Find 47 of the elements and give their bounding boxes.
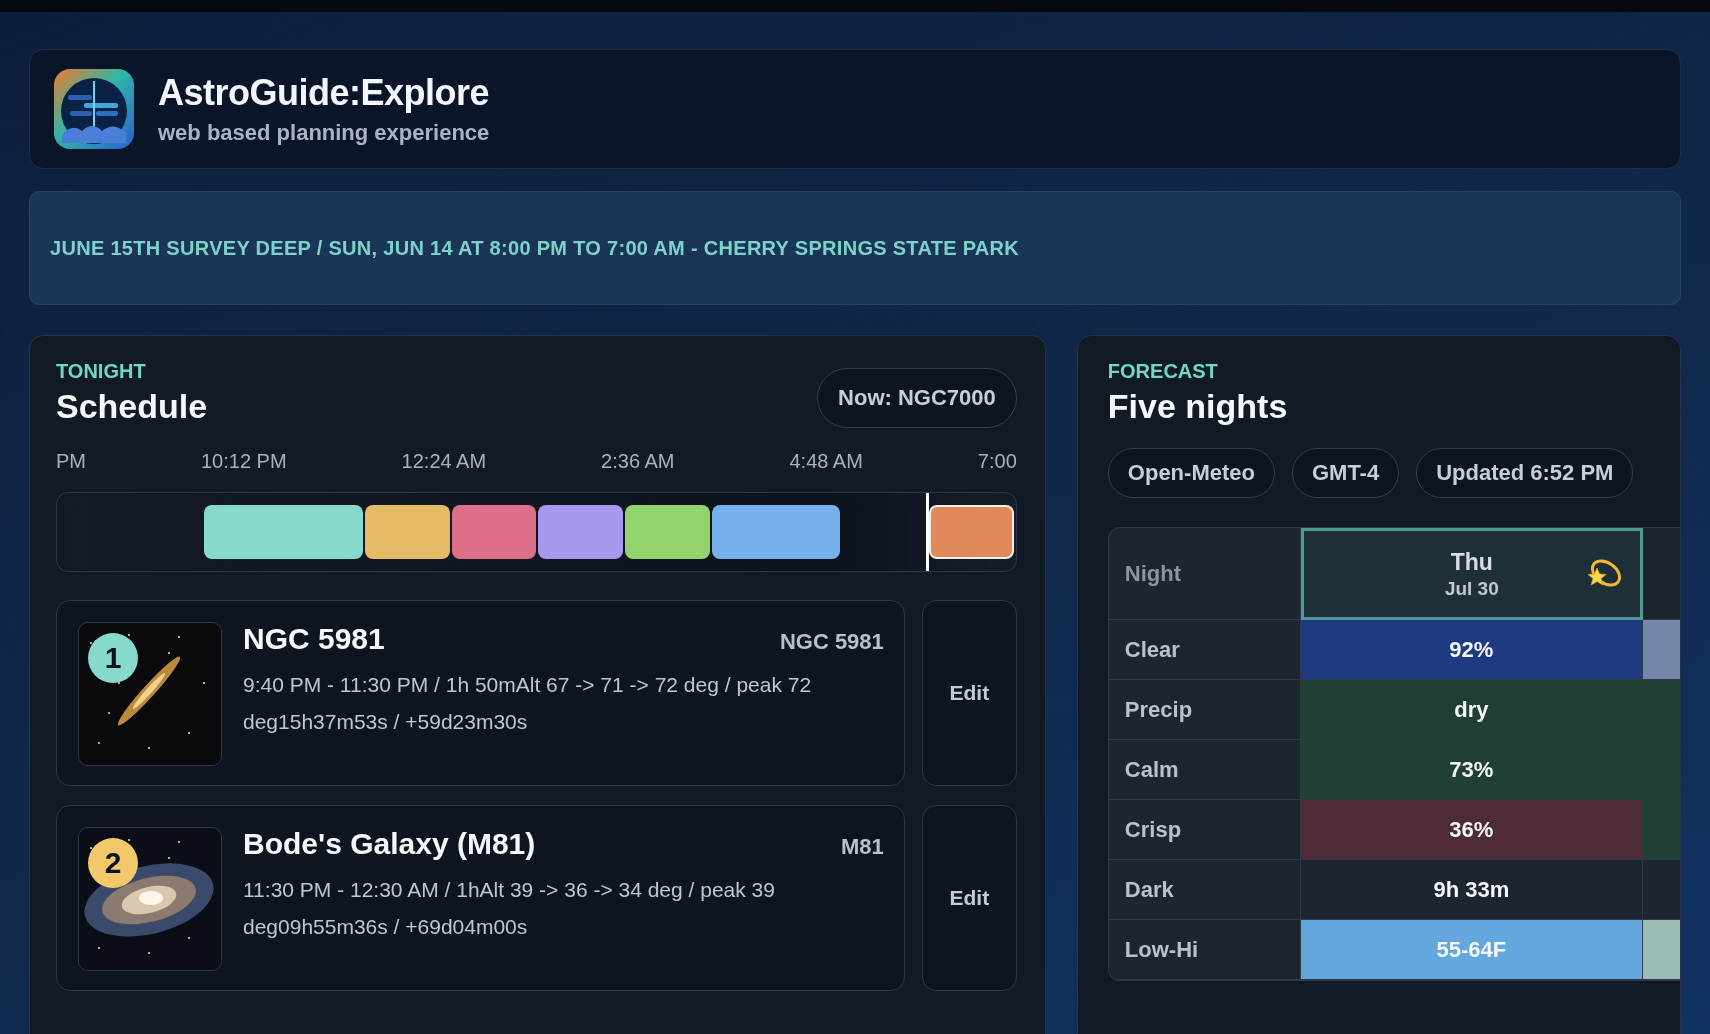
time-label: 12:24 AM (401, 450, 487, 474)
forecast-cell: 36% (1300, 800, 1643, 860)
row-header: Dark (1108, 860, 1301, 920)
row-header: Crisp (1108, 800, 1301, 860)
time-label: 2:36 AM (601, 450, 675, 474)
event-title: JUNE 15TH SURVEY DEEP / SUN, JUN 14 AT 8:00 PM TO 7:00 AM - CHERRY SPRINGS STATE PARK (50, 236, 1020, 260)
forecast-cell: 92% (1300, 620, 1643, 680)
time-label: 10:12 PM (201, 450, 287, 474)
target-card[interactable]: 1 NGC 5981 NGC 5981 9:40 PM - 11:30 PM / 1h 50mAlt 67 -> 71 -> 72 deg / peak 72 deg15h37m53s / +59d23m30s (56, 600, 905, 786)
forecast-cell: 55-64F (1300, 920, 1643, 980)
row-header: Low-Hi (1108, 920, 1301, 980)
time-label: 4:48 AM (789, 450, 863, 474)
forecast-cell: 73% (1300, 740, 1643, 800)
section-title: Five nights (1107, 387, 1289, 426)
target-details: 11:30 PM - 12:30 AM / 1hAlt 39 -> 36 -> 34 deg / peak 39 deg09h55m36s / +69d04m00s (243, 877, 776, 940)
time-label: PM (56, 450, 86, 474)
app-title: AstroGuide:Explore (158, 72, 490, 114)
row-header: Calm (1108, 740, 1301, 800)
section-title: Schedule (56, 387, 208, 426)
app-logo-icon (54, 69, 134, 149)
night-day: Thu (1444, 548, 1499, 576)
target-name: NGC 5981 (243, 622, 385, 656)
catalog-id: M81 (841, 834, 884, 860)
app-subtitle: web based planning experience (158, 120, 490, 146)
catalog-id: NGC 5981 (779, 629, 884, 655)
target-name: Bode's Galaxy (M81) (243, 827, 536, 861)
edit-button[interactable]: Edit (921, 600, 1017, 786)
now-badge: Now: NGC7000 (817, 368, 1017, 428)
section-eyebrow: FORECAST (1107, 360, 1219, 383)
row-header: Clear (1108, 620, 1301, 680)
target-details: 9:40 PM - 11:30 PM / 1h 50mAlt 67 -> 71 -> 72 deg / peak 72 deg15h37m53s / +59d23m30s (243, 672, 813, 735)
forecast-cell: dry (1300, 680, 1643, 740)
row-header: Night (1108, 528, 1301, 620)
section-eyebrow: TONIGHT (56, 360, 147, 383)
info-chip: Updated 6:52 PM (1416, 448, 1634, 498)
info-chip: Open-Meteo (1107, 448, 1275, 498)
night-header[interactable]: Thu Jul 30 (1300, 528, 1643, 620)
edit-button[interactable]: Edit (921, 805, 1017, 991)
night-date: Jul 30 (1444, 577, 1499, 600)
forecast-cell: 9h 33m (1300, 860, 1643, 920)
timeline-block[interactable] (451, 505, 537, 559)
target-card[interactable]: 2 Bode's Galaxy (M81) M81 11:30 PM - 12:30 AM / 1hAlt 39 -> 36 -> 34 deg / peak 39 deg09h55m36s / +69d04m00s (56, 805, 905, 991)
info-chip: GMT-4 (1291, 448, 1400, 498)
row-header: Precip (1108, 680, 1301, 740)
time-label: 7:00 (977, 450, 1017, 474)
timeline-block[interactable] (538, 505, 624, 559)
timeline-block[interactable] (364, 505, 450, 559)
